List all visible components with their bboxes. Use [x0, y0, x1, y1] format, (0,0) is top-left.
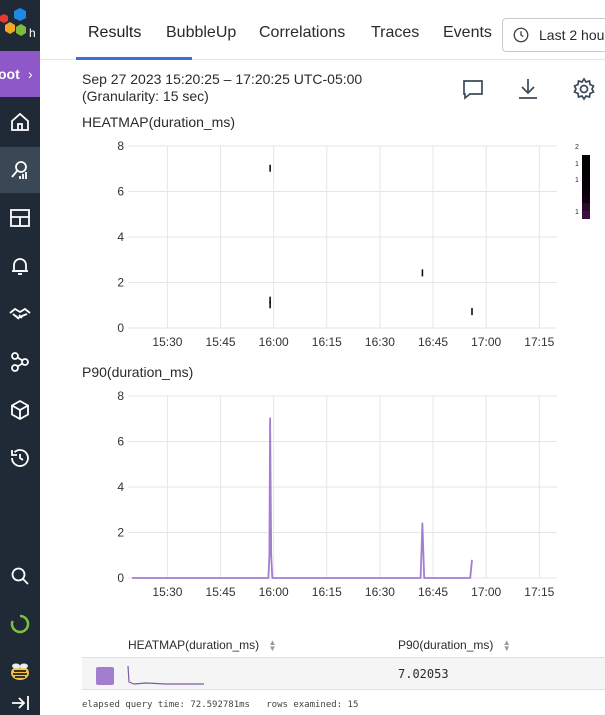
sort-icon[interactable]: ▲ ▼	[503, 638, 511, 652]
x-tick-label: 17:00	[471, 585, 501, 599]
boards-icon[interactable]	[0, 195, 40, 241]
heatmap-legend-scale: 2 1 1 1	[574, 144, 594, 220]
datasets-icon[interactable]	[0, 387, 40, 433]
x-tick-label: 17:00	[471, 335, 501, 349]
time-range-button[interactable]: Last 2 hou	[502, 18, 605, 52]
svg-text:h: h	[29, 26, 36, 40]
tab-results[interactable]: Results	[88, 24, 141, 42]
honeycomb-logo[interactable]: h	[0, 0, 40, 48]
legend-label: 2	[575, 144, 579, 151]
tab-events[interactable]: Events	[443, 24, 492, 42]
x-tick-label: 16:30	[365, 335, 395, 349]
p90-series-line	[132, 417, 473, 579]
heatmap-chart[interactable]: 0 2 4 6 8 15:30 15:45 16:00 16:15 16:30 16:45 17:00…	[82, 136, 562, 356]
x-tick-label: 15:45	[206, 335, 236, 349]
sort-icon[interactable]: ▲ ▼	[269, 638, 277, 652]
y-tick-label: 8	[117, 389, 124, 403]
history-icon[interactable]	[0, 435, 40, 481]
query-icon[interactable]	[0, 147, 40, 193]
heatmap-sparkline	[127, 665, 204, 685]
p90-title: P90(duration_ms)	[82, 364, 194, 380]
x-tick-label: 16:30	[365, 585, 395, 599]
column-header-heatmap[interactable]: HEATMAP(duration_ms) ▲ ▼	[128, 638, 276, 652]
service-map-icon[interactable]	[0, 339, 40, 385]
legend-label: 1	[575, 161, 579, 168]
collapse-icon[interactable]	[0, 690, 40, 715]
bee-avatar-icon[interactable]	[0, 649, 40, 695]
query-granularity: (Granularity: 15 sec)	[82, 88, 209, 104]
home-icon[interactable]	[0, 99, 40, 145]
y-tick-label: 2	[117, 276, 124, 290]
rows-label: rows examined:	[266, 700, 343, 710]
y-tick-label: 6	[117, 435, 124, 449]
settings-icon[interactable]	[571, 76, 597, 102]
tab-bubbleup[interactable]: BubbleUp	[166, 24, 236, 42]
status-ring-icon[interactable]	[0, 601, 40, 647]
chevron-right-icon: ›	[28, 66, 33, 82]
p90-chart[interactable]: 0 2 4 6 8 15:30 15:45 16:00 16:15 16:30 16:45 17:00…	[82, 386, 562, 606]
y-tick-label: 8	[117, 139, 124, 153]
y-tick-label: 6	[117, 185, 124, 199]
query-range: Sep 27 2023 15:20:25 – 17:20:25 UTC-05:0…	[82, 71, 362, 105]
x-tick-label: 16:45	[418, 585, 448, 599]
y-tick-label: 2	[117, 526, 124, 540]
x-tick-label: 16:00	[259, 335, 289, 349]
legend-label: 1	[575, 209, 579, 216]
heatmap-cell	[421, 269, 424, 277]
active-tab-indicator	[76, 57, 192, 60]
elapsed-value: 72.592781ms	[190, 700, 250, 710]
y-tick-label: 0	[117, 571, 124, 585]
heatmap-cell	[471, 308, 473, 316]
x-tick-label: 17:15	[524, 585, 554, 599]
query-stats: elapsed query time: 72.592781ms rows exa…	[82, 700, 358, 710]
y-tick-label: 0	[117, 321, 124, 335]
team-label: oot	[0, 66, 20, 82]
time-range-label: Last 2 hou	[539, 27, 605, 43]
series-color-swatch[interactable]	[96, 667, 114, 685]
slos-icon[interactable]	[0, 291, 40, 337]
heatmap-cell	[269, 301, 271, 309]
elapsed-label: elapsed query time:	[82, 700, 185, 710]
download-icon[interactable]	[515, 76, 541, 102]
sidebar: h oot ›	[0, 0, 40, 715]
x-tick-label: 15:30	[152, 335, 182, 349]
x-tick-label: 17:15	[524, 335, 554, 349]
x-tick-label: 15:45	[206, 585, 236, 599]
x-tick-label: 16:45	[418, 335, 448, 349]
summary-table-header: HEATMAP(duration_ms) ▲ ▼ P90(duration_ms)…	[82, 634, 605, 656]
heatmap-cell	[269, 164, 271, 172]
y-tick-label: 4	[117, 480, 124, 494]
search-icon[interactable]	[0, 553, 40, 599]
x-tick-label: 16:15	[312, 585, 342, 599]
legend-label: 1	[575, 177, 579, 184]
query-range-dates: Sep 27 2023 15:20:25 – 17:20:25 UTC-05:0…	[82, 71, 363, 87]
table-row[interactable]: 7.02053	[82, 657, 605, 690]
p90-value: 7.02053	[398, 667, 449, 681]
y-tick-label: 4	[117, 230, 124, 244]
heatmap-title: HEATMAP(duration_ms)	[82, 114, 236, 130]
clock-icon	[513, 27, 529, 43]
x-tick-label: 16:15	[312, 335, 342, 349]
comment-icon[interactable]	[460, 76, 486, 102]
x-tick-label: 15:30	[152, 585, 182, 599]
tab-traces[interactable]: Traces	[371, 24, 419, 42]
result-tabs: Results BubbleUp Correlations Traces Eve…	[40, 0, 605, 60]
column-header-label: P90(duration_ms)	[398, 638, 494, 652]
triggers-icon[interactable]	[0, 243, 40, 289]
column-header-label: HEATMAP(duration_ms)	[128, 638, 260, 652]
x-tick-label: 16:00	[259, 585, 289, 599]
rows-value: 15	[347, 700, 359, 710]
team-selector[interactable]: oot ›	[0, 51, 40, 97]
tab-correlations[interactable]: Correlations	[259, 24, 345, 42]
column-header-p90[interactable]: P90(duration_ms) ▲ ▼	[398, 638, 511, 652]
